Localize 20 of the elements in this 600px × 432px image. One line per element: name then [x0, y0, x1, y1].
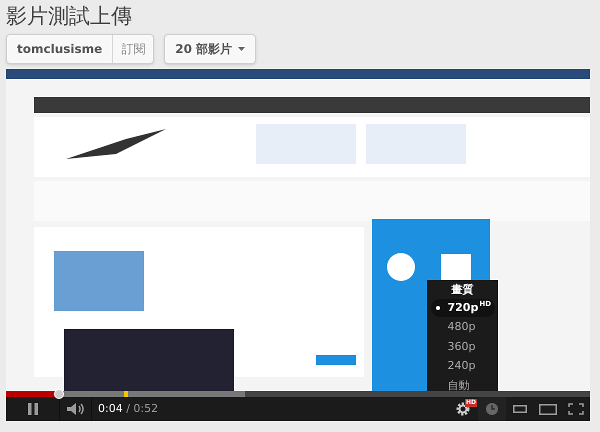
quality-option[interactable]: 480p: [430, 318, 494, 336]
pause-icon: [28, 403, 38, 415]
watch-later-button[interactable]: [478, 397, 506, 421]
large-screen-icon: [539, 404, 557, 414]
quality-option[interactable]: 360p: [430, 338, 494, 356]
small-screen-icon: [513, 405, 527, 413]
settings-icon: [456, 402, 470, 416]
volume-icon: [66, 403, 84, 415]
menu-title: 畫質: [452, 283, 474, 297]
playlist-dropdown[interactable]: 20 部影片: [164, 34, 256, 64]
fullscreen-icon: [568, 403, 584, 415]
quality-option[interactable]: 自動: [430, 377, 494, 395]
channel-button[interactable]: tomclusisme: [7, 35, 114, 63]
page-title: 影片測試上傳: [6, 3, 132, 29]
quality-option[interactable]: 720p$^{HD}$: [430, 299, 494, 317]
time-display: 0:04 / 0:52: [98, 400, 158, 417]
clock-icon: [486, 403, 498, 415]
caret-icon: [238, 47, 246, 51]
quality-option[interactable]: 240p: [430, 358, 494, 376]
ad-marker: [124, 391, 128, 397]
